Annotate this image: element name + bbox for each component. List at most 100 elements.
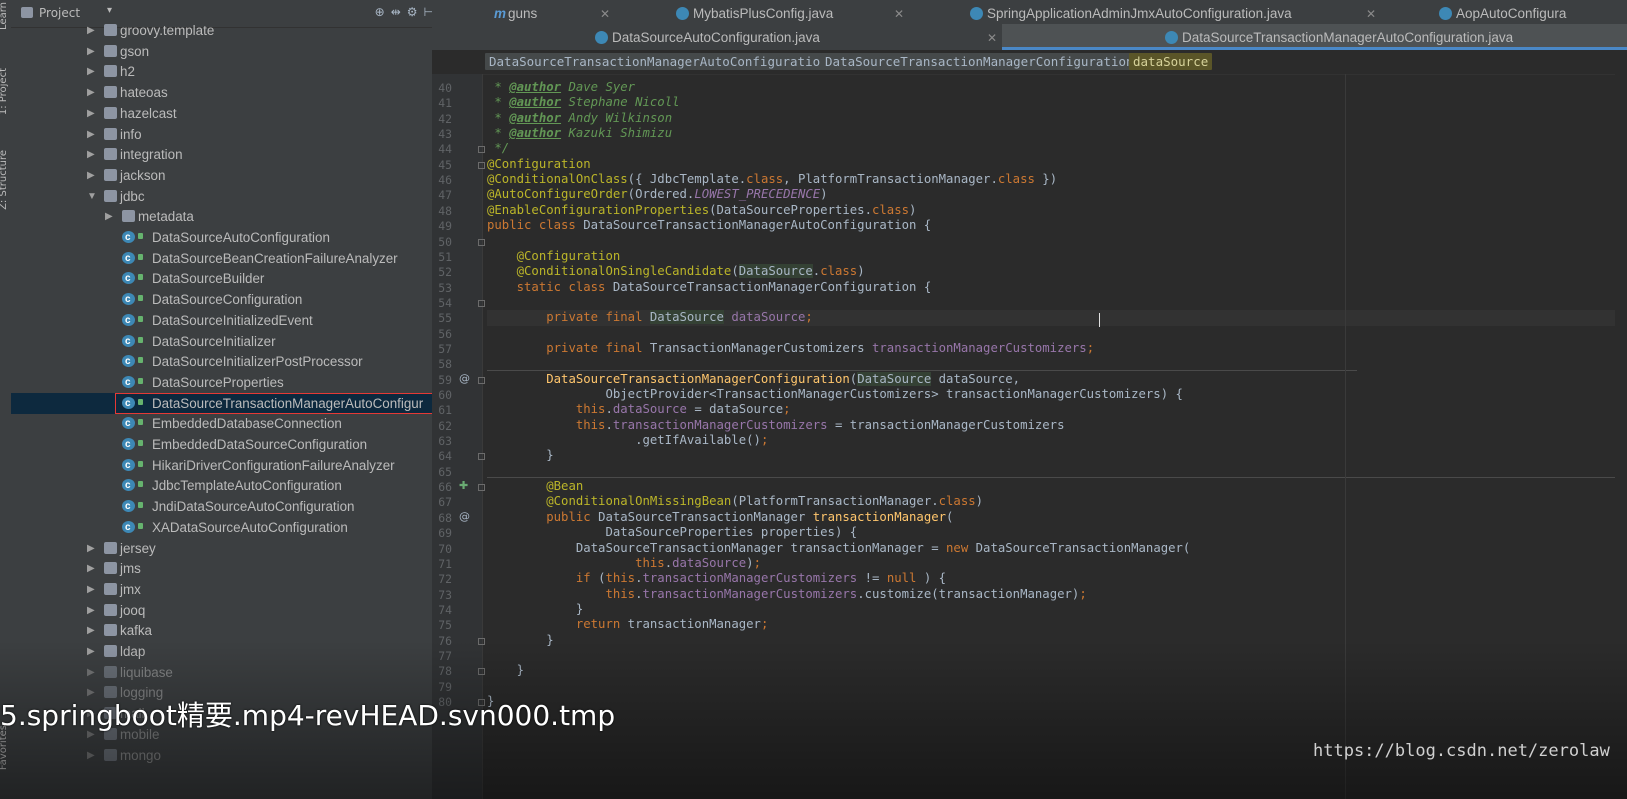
expand-arrow-right-icon[interactable]: ▶ (87, 61, 95, 82)
fold-marker-icon[interactable] (478, 146, 485, 154)
expand-arrow-right-icon[interactable]: ▶ (87, 103, 95, 124)
tree-package-row[interactable]: ▶ liquibase (11, 662, 448, 683)
close-icon[interactable]: ✕ (894, 0, 904, 28)
code-line[interactable]: @ConditionalOnClass({ JdbcTemplate.class… (487, 172, 1057, 187)
tree-class-row[interactable]: XADataSourceAutoConfiguration (11, 517, 448, 538)
override-at-icon[interactable]: @ (459, 372, 470, 385)
editor-scrollbar[interactable] (1615, 74, 1627, 799)
override-at-icon[interactable]: @ (459, 510, 470, 523)
tree-class-row[interactable]: DataSourceInitializedEvent (11, 310, 448, 331)
expand-arrow-right-icon[interactable]: ▶ (87, 662, 95, 683)
code-line[interactable]: private final TransactionManagerCustomiz… (487, 341, 1094, 356)
code-line[interactable]: if (this.transactionManagerCustomizers !… (487, 571, 946, 586)
tree-package-row[interactable]: ▶ groovy.template (11, 20, 448, 41)
code-line[interactable]: @Bean (487, 479, 583, 494)
code-line[interactable]: * @author Andy Wilkinson (487, 111, 672, 126)
expand-arrow-right-icon[interactable]: ▶ (87, 745, 95, 766)
tree-class-row[interactable]: DataSourceTransactionManagerAutoConfigur (11, 392, 448, 414)
code-line[interactable]: @ConditionalOnMissingBean(PlatformTransa… (487, 494, 983, 509)
code-line[interactable]: */ (487, 141, 509, 156)
tree-package-row[interactable]: ▶ jersey (11, 538, 448, 559)
tree-package-row[interactable]: ▶ jackson (11, 165, 448, 186)
code-line[interactable]: public DataSourceTransactionManager tran… (487, 510, 953, 525)
target-icon[interactable]: ⊕ (375, 5, 391, 19)
bean-gutter-icon[interactable]: ✚ (459, 479, 468, 492)
code-line[interactable]: .getIfAvailable(); (487, 433, 768, 448)
breadcrumb-field[interactable]: dataSource (1129, 53, 1213, 70)
tab-aopautoconfiguration[interactable]: AopAutoConfigura (1439, 0, 1566, 26)
expand-arrow-right-icon[interactable]: ▶ (87, 144, 95, 165)
expand-arrow-right-icon[interactable]: ▶ (105, 206, 113, 227)
tree-package-row[interactable]: ▶ kafka (11, 620, 448, 641)
code-line[interactable]: DataSourceProperties properties) { (487, 525, 857, 540)
tree-class-row[interactable]: DataSourceBuilder (11, 268, 448, 289)
code-line[interactable]: @Configuration (487, 157, 591, 172)
tree-package-row[interactable]: ▶ info (11, 124, 448, 145)
tree-class-row[interactable]: DataSourceInitializer (11, 331, 448, 352)
expand-arrow-right-icon[interactable]: ▶ (87, 538, 95, 559)
expand-arrow-right-icon[interactable]: ▶ (87, 579, 95, 600)
code-line[interactable]: this.transactionManagerCustomizers = tra… (487, 418, 1065, 433)
tab-springapplicationadminjmx[interactable]: SpringApplicationAdminJmxAutoConfigurati… (970, 0, 1376, 26)
tree-class-row[interactable]: DataSourceBeanCreationFailureAnalyzer (11, 248, 448, 269)
tree-package-row[interactable]: ▶ integration (11, 144, 448, 165)
code-line[interactable]: } (487, 448, 553, 463)
expand-arrow-right-icon[interactable]: ▶ (87, 641, 95, 662)
code-line[interactable]: @Configuration (487, 249, 621, 264)
fold-marker-icon[interactable] (478, 376, 485, 384)
code-line[interactable]: @AutoConfigureOrder(Ordered.LOWEST_PRECE… (487, 187, 828, 202)
tree-class-row[interactable]: DataSourceConfiguration (11, 289, 448, 310)
tree-package-row[interactable]: ▶ hateoas (11, 82, 448, 103)
code-line[interactable]: public class DataSourceTransactionManage… (487, 218, 931, 233)
tree-package-row[interactable]: ▶ mongo (11, 745, 448, 766)
code-line[interactable]: this.dataSource = dataSource; (487, 402, 791, 417)
code-line[interactable]: * @author Stephane Nicoll (487, 95, 679, 110)
tab-guns[interactable]: m guns ✕ (494, 0, 610, 26)
tab-datasourcetransactionmanagerautoconfiguration[interactable]: DataSourceTransactionManagerAutoConfigur… (1002, 24, 1627, 50)
tree-package-row[interactable]: ▶ jms (11, 558, 448, 579)
tree-class-row[interactable]: DataSourceProperties (11, 372, 448, 393)
project-title[interactable]: Project (39, 6, 80, 20)
code-line[interactable]: } (487, 602, 583, 617)
tree-package-row[interactable]: ▶ metadata (11, 206, 448, 227)
code-line[interactable]: this.transactionManagerCustomizers.custo… (487, 587, 1086, 602)
fold-marker-icon[interactable] (478, 161, 485, 169)
fold-marker-icon[interactable] (478, 299, 485, 307)
fold-marker-icon[interactable] (478, 453, 485, 461)
code-line[interactable]: static class DataSourceTransactionManage… (487, 280, 932, 295)
tree-package-row[interactable]: ▶ jmx (11, 579, 448, 600)
expand-arrow-right-icon[interactable]: ▶ (87, 124, 95, 145)
code-line[interactable]: return transactionManager; (487, 617, 769, 632)
tree-package-row[interactable]: ▶ gson (11, 41, 448, 62)
tree-class-row[interactable]: EmbeddedDatabaseConnection (11, 413, 448, 434)
fold-marker-icon[interactable] (478, 668, 485, 676)
expand-arrow-right-icon[interactable]: ▶ (87, 558, 95, 579)
code-line[interactable]: * @author Kazuki Shimizu (487, 126, 672, 141)
tab-mybatisplusconfig[interactable]: MybatisPlusConfig.java ✕ (676, 0, 904, 26)
split-icon[interactable]: ⇹ (391, 5, 407, 19)
code-line[interactable]: DataSourceTransactionManager transaction… (487, 541, 1191, 556)
code-line[interactable]: @EnableConfigurationProperties(DataSourc… (487, 203, 916, 218)
fold-marker-icon[interactable] (478, 238, 485, 246)
code-line[interactable]: } (487, 633, 553, 648)
gear-icon[interactable]: ⚙ (407, 5, 424, 19)
tree-package-row[interactable]: ▶ hazelcast (11, 103, 448, 124)
tree-class-row[interactable]: DataSourceAutoConfiguration (11, 227, 448, 248)
tree-class-row[interactable]: EmbeddedDataSourceConfiguration (11, 434, 448, 455)
code-line[interactable]: * @author Dave Syer (487, 80, 635, 95)
fold-marker-icon[interactable] (478, 484, 485, 492)
tree-class-row[interactable]: DataSourceInitializerPostProcessor (11, 351, 448, 372)
tree-package-row[interactable]: ▼ jdbc (11, 186, 448, 207)
chevron-down-icon[interactable]: ▾ (107, 5, 112, 16)
expand-arrow-right-icon[interactable]: ▶ (87, 41, 95, 62)
tree-class-row[interactable]: HikariDriverConfigurationFailureAnalyzer (11, 455, 448, 476)
tree-package-row[interactable]: ▶ h2 (11, 61, 448, 82)
expand-arrow-right-icon[interactable]: ▶ (87, 20, 95, 41)
breadcrumb-inner-class[interactable]: DataSourceTransactionManagerConfiguratio… (821, 53, 1138, 70)
code-line[interactable]: DataSourceTransactionManagerConfiguratio… (487, 371, 1020, 387)
tree-package-row[interactable]: ▶ ldap (11, 641, 448, 662)
expand-arrow-right-icon[interactable]: ▶ (87, 600, 95, 621)
close-icon[interactable]: ✕ (987, 24, 997, 52)
tree-class-row[interactable]: JndiDataSourceAutoConfiguration (11, 496, 448, 517)
tree-class-row[interactable]: JdbcTemplateAutoConfiguration (11, 475, 448, 496)
